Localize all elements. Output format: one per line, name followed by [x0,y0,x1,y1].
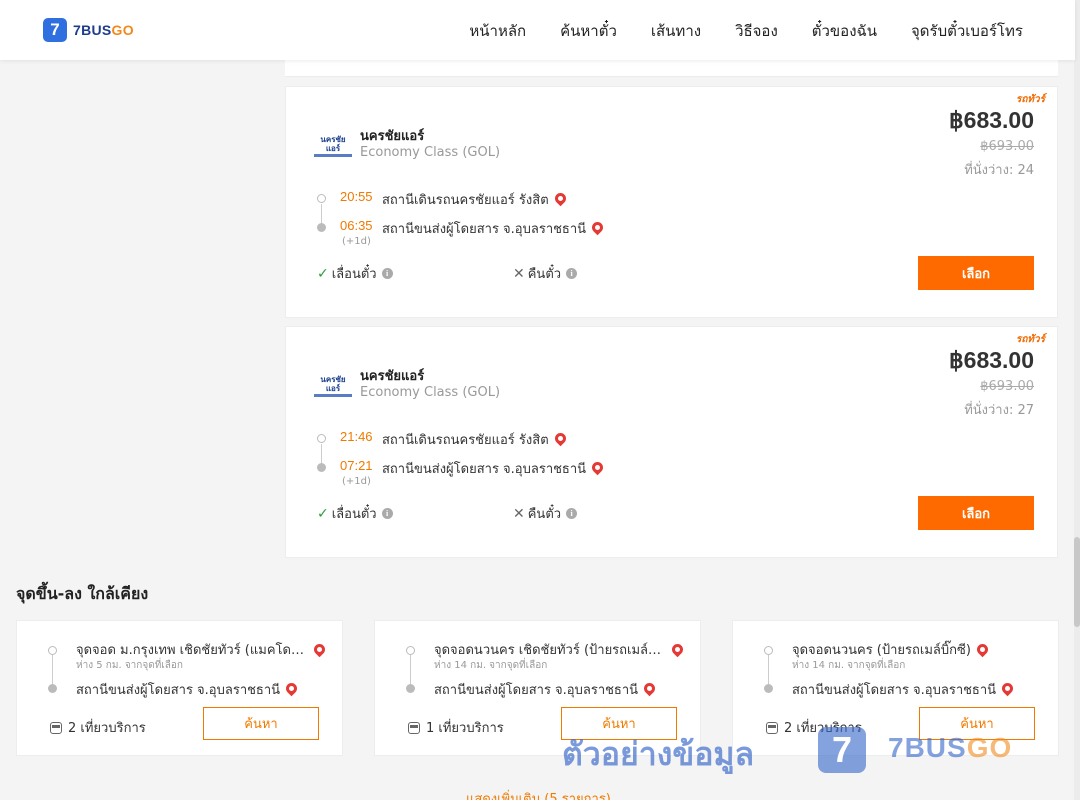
nav-how-to-book[interactable]: วิธีจอง [735,19,778,43]
map-pin-icon[interactable] [283,680,300,697]
trip-card: รถทัวร์ นครชัยแอร์ นครชัยแอร์ Economy Cl… [285,326,1058,558]
map-pin-icon[interactable] [589,219,606,236]
trip-count: 2 เที่ยวบริการ [50,717,146,738]
seats-available: ที่นั่งว่าง: 24 [964,163,1034,178]
nearby-destination: สถานีขนส่งผู้โดยสาร จ.อุบลราชธานี [434,679,658,700]
watermark-text: ตัวอย่างข้อมูล [562,735,755,773]
arrival-dot [317,223,326,232]
nearby-origin: จุดจอดนวนคร เชิดชัยทัวร์ (ป้ายรถเมล์บิ๊ก… [434,639,686,660]
select-trip-button[interactable]: เลือก [918,256,1034,290]
departure-dot [317,434,326,443]
timeline-line [52,655,53,685]
arrival-time: 06:35 [340,218,373,233]
cross-icon: ✕ [513,265,525,282]
change-ticket-policy: ✓ เลื่อนตั๋ว i [317,503,393,524]
trip-count: 1 เที่ยวบริการ [408,717,504,738]
brand-logo[interactable]: 7 7BUSGO [43,18,134,42]
info-icon[interactable]: i [566,508,578,519]
origin-dot [406,646,415,655]
brand-name: 7BUSGO [73,22,134,38]
refund-ticket-policy: ✕ คืนตั๋ว i [513,503,578,524]
map-pin-icon[interactable] [552,430,568,447]
ticket-price: ฿683.00 [949,107,1034,133]
watermark-logo-icon: 7 [818,727,866,773]
arrival-station: สถานีขนส่งผู้โดยสาร จ.อุบลราชธานี [382,458,606,479]
nav-my-tickets[interactable]: ตั๋วของฉัน [812,19,877,43]
arrival-station: สถานีขนส่งผู้โดยสาร จ.อุบลราชธานี [382,218,606,239]
previous-trip-card [285,58,1058,77]
bus-type-tag: รถทัวร์ [1015,94,1045,105]
watermark-brand: 7BUSGO [888,732,1013,763]
nearby-search-button[interactable]: ค้นหา [203,707,319,740]
info-icon[interactable]: i [566,268,578,279]
brand-mark-icon: 7 [43,18,67,42]
map-pin-icon[interactable] [974,641,991,658]
timeline-line [410,655,411,685]
trip-card: รถทัวร์ นครชัยแอร์ นครชัยแอร์ Economy Cl… [285,86,1058,318]
map-pin-icon[interactable] [999,680,1016,697]
operator-name: นครชัยแอร์ [360,129,425,144]
site-header: 7 7BUSGO หน้าหลัก ค้นหาตั๋ว เส้นทาง วิธี… [0,0,1075,60]
nav-home[interactable]: หน้าหลัก [469,19,526,43]
next-day-indicator: (+1d) [342,476,371,487]
origin-dot [764,646,773,655]
departure-time: 20:55 [340,189,373,204]
destination-dot [764,684,773,693]
operator-logo: นครชัยแอร์ [314,375,352,397]
nav-ticket-pickup[interactable]: จุดรับตั๋วเบอร์โทร [911,19,1023,43]
nearby-destination: สถานีขนส่งผู้โดยสาร จ.อุบลราชธานี [76,679,300,700]
change-ticket-policy: ✓ เลื่อนตั๋ว i [317,263,393,284]
scrollbar-thumb[interactable] [1074,537,1080,627]
bus-icon [766,721,778,734]
nearby-origin: จุดจอดนวนคร (ป้ายรถเมล์บิ๊กซี) [792,639,991,660]
check-icon: ✓ [317,265,329,282]
original-price: ฿693.00 [980,379,1034,394]
nearby-distance: ห่าง 14 กม. จากจุดที่เลือก [434,660,548,671]
map-pin-icon[interactable] [641,680,658,697]
departure-station: สถานีเดินรถนครชัยแอร์ รังสิต [382,189,568,210]
map-pin-icon[interactable] [311,641,328,658]
operator-name: นครชัยแอร์ [360,369,425,384]
check-icon: ✓ [317,505,329,522]
main-nav: หน้าหลัก ค้นหาตั๋ว เส้นทาง วิธีจอง ตั๋วข… [469,19,1023,43]
bus-icon [408,721,420,734]
map-pin-icon[interactable] [589,459,606,476]
map-pin-icon[interactable] [669,641,686,658]
departure-dot [317,194,326,203]
select-trip-button[interactable]: เลือก [918,496,1034,530]
bus-type-tag: รถทัวร์ [1015,334,1045,345]
departure-station: สถานีเดินรถนครชัยแอร์ รังสิต [382,429,568,450]
arrival-time: 07:21 [340,458,373,473]
seat-class: Economy Class (GOL) [360,385,501,400]
map-pin-icon[interactable] [552,190,568,207]
show-more-link[interactable]: แสดงเพิ่มเติม (5 รายการ) [466,788,611,800]
info-icon[interactable]: i [381,268,393,279]
nearby-distance: ห่าง 5 กม. จากจุดที่เลือก [76,660,183,671]
operator-logo: นครชัยแอร์ [314,135,352,157]
cross-icon: ✕ [513,505,525,522]
destination-dot [406,684,415,693]
seats-available: ที่นั่งว่าง: 27 [964,403,1034,418]
nearby-destination: สถานีขนส่งผู้โดยสาร จ.อุบลราชธานี [792,679,1016,700]
original-price: ฿693.00 [980,139,1034,154]
bus-icon [50,721,62,734]
seat-class: Economy Class (GOL) [360,145,501,160]
nearby-stop-card: จุดจอด ม.กรุงเทพ เชิดชัยทัวร์ (แมคโดนัลด… [16,620,343,756]
refund-ticket-policy: ✕ คืนตั๋ว i [513,263,578,284]
origin-dot [48,646,57,655]
nearby-distance: ห่าง 14 กม. จากจุดที่เลือก [792,660,906,671]
info-icon[interactable]: i [381,508,393,519]
destination-dot [48,684,57,693]
nearby-stops-title: จุดขึ้น-ลง ใกล้เคียง [16,584,149,603]
nav-routes[interactable]: เส้นทาง [651,19,701,43]
arrival-dot [317,463,326,472]
ticket-price: ฿683.00 [949,347,1034,373]
page-scrollbar[interactable] [1074,0,1080,800]
nav-search-ticket[interactable]: ค้นหาตั๋ว [560,19,617,43]
next-day-indicator: (+1d) [342,236,371,247]
timeline-line [768,655,769,685]
nearby-origin: จุดจอด ม.กรุงเทพ เชิดชัยทัวร์ (แมคโดนัลด… [76,639,328,660]
departure-time: 21:46 [340,429,373,444]
